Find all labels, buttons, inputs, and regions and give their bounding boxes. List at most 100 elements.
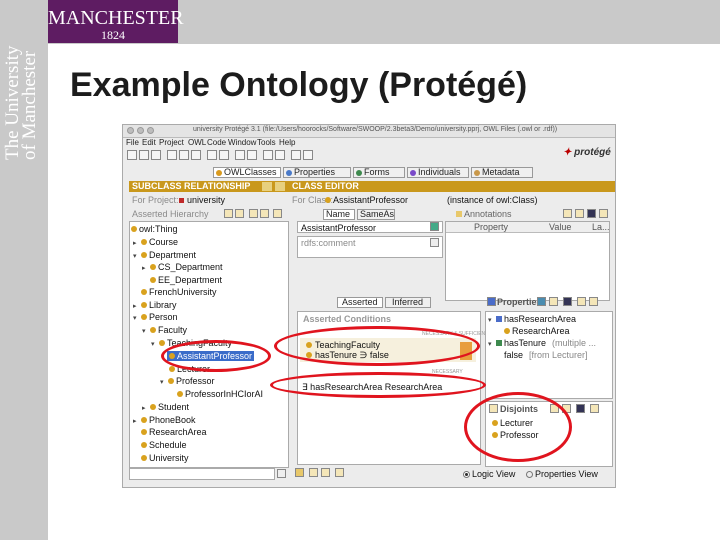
tree-item-course[interactable]: ▸ Course (133, 237, 178, 247)
open-project-icon[interactable] (139, 150, 149, 160)
edit-annotation-icon[interactable] (575, 209, 584, 218)
help-icon[interactable] (303, 150, 313, 160)
tree-item-professor[interactable]: ▾ Professor (160, 376, 215, 386)
tree-item-professorinhciorai[interactable]: ProfessorInHCIorAI (177, 389, 263, 399)
undo-icon[interactable] (207, 150, 217, 160)
details-icon[interactable] (291, 150, 301, 160)
hierarchy-options-icon[interactable] (275, 182, 285, 191)
expand-icon[interactable]: ▸ (133, 302, 141, 310)
tree-item-student[interactable]: ▸ Student (142, 402, 189, 412)
new-project-icon[interactable] (127, 150, 137, 160)
remove-annotation-icon[interactable] (587, 209, 596, 218)
name-column-tab[interactable]: Name (323, 209, 355, 220)
view-menu-icon[interactable] (262, 182, 272, 191)
tree-item-owl-thing[interactable]: owl:Thing (131, 224, 178, 234)
property-value-researcharea[interactable]: ResearchArea (504, 326, 570, 336)
add-annotation-icon[interactable] (563, 209, 572, 218)
close-window-button[interactable] (127, 127, 134, 134)
edit-comment-icon[interactable] (430, 238, 439, 247)
metadata-icon (474, 170, 480, 176)
minimize-window-button[interactable] (137, 127, 144, 134)
tab-owlclasses[interactable]: OWLClasses (213, 167, 281, 178)
classify-icon[interactable] (263, 150, 273, 160)
tab-properties-label: Properties (294, 167, 336, 177)
redo-icon[interactable] (219, 150, 229, 160)
collapse-icon[interactable]: ▾ (142, 327, 150, 335)
tree-item-person[interactable]: ▾ Person (133, 312, 178, 322)
collapse-icon[interactable]: ▾ (133, 252, 141, 260)
sameas-column-tab[interactable]: SameAs (357, 209, 395, 220)
logic-view-radio[interactable]: Logic View (463, 469, 515, 479)
tree-item-department[interactable]: ▾ Department (133, 250, 196, 260)
property-value-false[interactable]: false [from Lecturer] (504, 350, 588, 360)
create-restriction-icon[interactable] (309, 468, 318, 477)
property-options-icon[interactable] (589, 297, 598, 306)
tree-options-icon[interactable] (273, 209, 282, 218)
disjoint-options-icon[interactable] (590, 404, 599, 413)
tree-item-cs-department[interactable]: ▸ CS_Department (142, 262, 223, 272)
tab-properties[interactable]: Properties (283, 167, 351, 178)
create-expression-icon[interactable] (321, 468, 330, 477)
comment-field[interactable]: rdfs:comment (297, 236, 443, 258)
inferred-tab[interactable]: Inferred (385, 297, 431, 308)
tab-metadata[interactable]: Metadata (471, 167, 533, 178)
collapse-icon[interactable]: ▾ (160, 378, 168, 386)
search-icon[interactable] (277, 469, 286, 478)
add-condition-icon[interactable] (295, 468, 304, 477)
find-class-icon[interactable] (260, 209, 269, 218)
forward-icon[interactable] (247, 150, 257, 160)
create-property-icon[interactable] (549, 297, 558, 306)
menu-window[interactable]: Window (228, 138, 256, 147)
create-subclass-icon[interactable] (224, 209, 233, 218)
menu-owl[interactable]: OWL (188, 138, 206, 147)
tree-item-library[interactable]: ▸ Library (133, 300, 177, 310)
annotation-options-icon[interactable] (599, 209, 608, 218)
collapse-icon[interactable]: ▾ (488, 316, 496, 324)
tree-item-ee-department[interactable]: EE_Department (150, 275, 222, 285)
tab-individuals[interactable]: Individuals (407, 167, 469, 178)
menu-file[interactable]: File (126, 138, 139, 147)
remove-property-icon[interactable] (563, 297, 572, 306)
override-property-icon[interactable] (577, 297, 586, 306)
collapse-icon[interactable]: ▾ (488, 340, 496, 348)
tree-item-faculty[interactable]: ▾ Faculty (142, 325, 187, 335)
check-consistency-icon[interactable] (275, 150, 285, 160)
create-sibling-icon[interactable] (235, 209, 244, 218)
expand-icon[interactable]: ▸ (142, 264, 150, 272)
back-icon[interactable] (235, 150, 245, 160)
tree-item-schedule[interactable]: Schedule (141, 440, 187, 450)
menu-tools[interactable]: Tools (257, 138, 276, 147)
tree-item-phonebook[interactable]: ▸ PhoneBook (133, 415, 196, 425)
tree-item-researcharea[interactable]: ResearchArea (141, 427, 207, 437)
copy-icon[interactable] (179, 150, 189, 160)
menu-edit[interactable]: Edit (142, 138, 156, 147)
property-hasresearcharea[interactable]: ▾ hasResearchArea (488, 314, 576, 324)
save-project-icon[interactable] (151, 150, 161, 160)
collapse-icon[interactable]: ▾ (151, 340, 159, 348)
class-name-field[interactable]: AssistantProfessor (297, 221, 443, 233)
asserted-tab[interactable]: Asserted (337, 297, 383, 308)
properties-view-radio[interactable]: Properties View (526, 469, 598, 479)
menu-help[interactable]: Help (279, 138, 295, 147)
remove-condition-icon[interactable] (335, 468, 344, 477)
expand-icon[interactable]: ▸ (142, 404, 150, 412)
class-search-input[interactable] (129, 468, 275, 480)
zoom-window-button[interactable] (147, 127, 154, 134)
expand-icon[interactable]: ▸ (133, 417, 141, 425)
properties-label: Properties (497, 297, 542, 307)
tree-label: Schedule (149, 440, 187, 450)
delete-class-icon[interactable] (249, 209, 258, 218)
property-hastenure[interactable]: ▾ hasTenure (multiple ... (488, 338, 596, 348)
tree-item-university[interactable]: University (141, 453, 189, 463)
tree-item-frenchuniversity[interactable]: FrenchUniversity (141, 287, 217, 297)
menu-code[interactable]: Code (207, 138, 226, 147)
cut-icon[interactable] (167, 150, 177, 160)
tab-forms[interactable]: Forms (353, 167, 405, 178)
collapse-icon[interactable]: ▾ (133, 314, 141, 322)
menu-project[interactable]: Project (159, 138, 184, 147)
expand-icon[interactable]: ▸ (133, 239, 141, 247)
properties-view-label: Properties View (535, 469, 598, 479)
add-property-icon[interactable] (537, 297, 546, 306)
remove-disjoint-icon[interactable] (576, 404, 585, 413)
paste-icon[interactable] (191, 150, 201, 160)
